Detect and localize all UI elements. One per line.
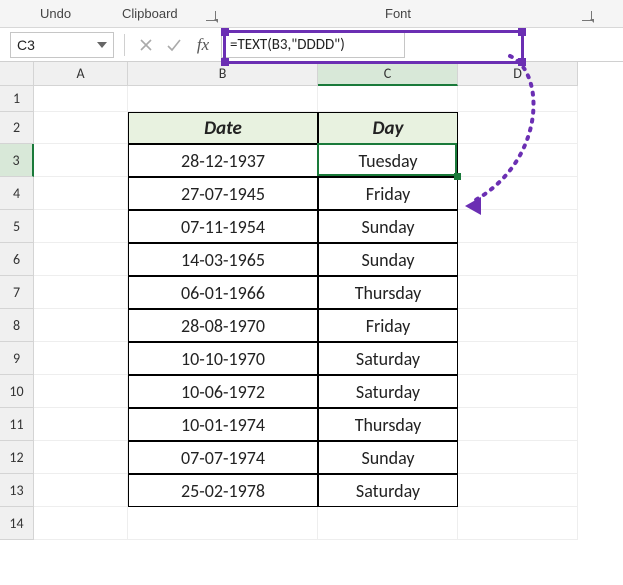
- column-header-C[interactable]: C: [318, 62, 458, 86]
- column-header-B[interactable]: B: [128, 62, 318, 86]
- cell-A12[interactable]: [34, 441, 128, 474]
- cell-A2[interactable]: [34, 112, 128, 144]
- cell-C8[interactable]: Friday: [318, 309, 458, 342]
- cell-A10[interactable]: [34, 375, 128, 408]
- cell-A1[interactable]: [34, 86, 128, 112]
- table-header-date[interactable]: Date: [128, 112, 318, 144]
- formula-text: =TEXT(B3,"DDDD"): [230, 36, 345, 54]
- cell-A6[interactable]: [34, 243, 128, 276]
- enter-formula-button[interactable]: [163, 34, 185, 56]
- cell-D3[interactable]: [458, 144, 578, 177]
- cell-D11[interactable]: [458, 408, 578, 441]
- cell-B5[interactable]: 07-11-1954: [128, 210, 318, 243]
- cell-C4[interactable]: Friday: [318, 177, 458, 210]
- row-header-13[interactable]: 13: [0, 474, 34, 507]
- cell-B1[interactable]: [128, 86, 318, 112]
- ribbon-group-labels: Undo Clipboard Font: [0, 0, 623, 28]
- cell-D9[interactable]: [458, 342, 578, 375]
- row-header-7[interactable]: 7: [0, 276, 34, 309]
- select-all-corner[interactable]: [0, 62, 34, 86]
- cell-B13[interactable]: 25-02-1978: [128, 474, 318, 507]
- cell-A5[interactable]: [34, 210, 128, 243]
- chevron-down-icon[interactable]: [97, 42, 107, 48]
- cell-D7[interactable]: [458, 276, 578, 309]
- cell-D2[interactable]: [458, 112, 578, 144]
- cell-D10[interactable]: [458, 375, 578, 408]
- column-header-D[interactable]: D: [458, 62, 578, 86]
- cell-D8[interactable]: [458, 309, 578, 342]
- row-header-9[interactable]: 9: [0, 342, 34, 375]
- row-header-4[interactable]: 4: [0, 177, 34, 210]
- cell-A14[interactable]: [34, 507, 128, 540]
- cell-B7[interactable]: 06-01-1966: [128, 276, 318, 309]
- formula-bar: C3 fx =TEXT(B3,"DDDD"): [0, 28, 623, 62]
- cell-A9[interactable]: [34, 342, 128, 375]
- cell-C13[interactable]: Saturday: [318, 474, 458, 507]
- cell-A4[interactable]: [34, 177, 128, 210]
- cell-A3[interactable]: [34, 144, 128, 177]
- row-header-11[interactable]: 11: [0, 408, 34, 441]
- cell-A8[interactable]: [34, 309, 128, 342]
- cell-C1[interactable]: [318, 86, 458, 112]
- name-box-value: C3: [17, 37, 35, 53]
- dialog-launcher-font[interactable]: [582, 9, 592, 24]
- cell-A13[interactable]: [34, 474, 128, 507]
- ribbon-label-font: Font: [385, 6, 411, 21]
- formula-input[interactable]: =TEXT(B3,"DDDD"): [221, 32, 405, 58]
- row-header-1[interactable]: 1: [0, 86, 34, 112]
- cell-B4[interactable]: 27-07-1945: [128, 177, 318, 210]
- cancel-formula-button[interactable]: [135, 34, 157, 56]
- ribbon-label-undo: Undo: [40, 6, 71, 21]
- cell-D13[interactable]: [458, 474, 578, 507]
- ribbon-label-clipboard: Clipboard: [122, 6, 178, 21]
- cell-C3[interactable]: Tuesday: [318, 144, 458, 177]
- cell-C7[interactable]: Thursday: [318, 276, 458, 309]
- cell-B3[interactable]: 28-12-1937: [128, 144, 318, 177]
- cell-D1[interactable]: [458, 86, 578, 112]
- cell-B6[interactable]: 14-03-1965: [128, 243, 318, 276]
- spreadsheet-grid[interactable]: ABCD 12 DateDay 3 28-12-1937Tuesday 4 27-07-19…: [0, 62, 578, 540]
- row-header-12[interactable]: 12: [0, 441, 34, 474]
- cell-D14[interactable]: [458, 507, 578, 540]
- dialog-launcher-clipboard[interactable]: [206, 9, 216, 24]
- cell-C10[interactable]: Saturday: [318, 375, 458, 408]
- selection-fill-handle[interactable]: [454, 173, 461, 180]
- cell-D6[interactable]: [458, 243, 578, 276]
- cell-C12[interactable]: Sunday: [318, 441, 458, 474]
- cell-B10[interactable]: 10-06-1972: [128, 375, 318, 408]
- cell-C14[interactable]: [318, 507, 458, 540]
- row-header-6[interactable]: 6: [0, 243, 34, 276]
- row-header-5[interactable]: 5: [0, 210, 34, 243]
- cell-B9[interactable]: 10-10-1970: [128, 342, 318, 375]
- name-box[interactable]: C3: [10, 32, 114, 58]
- cell-A7[interactable]: [34, 276, 128, 309]
- annotation-arrow-head: [465, 197, 481, 215]
- cell-C11[interactable]: Thursday: [318, 408, 458, 441]
- divider: [124, 34, 125, 56]
- row-header-14[interactable]: 14: [0, 507, 34, 540]
- cell-C6[interactable]: Sunday: [318, 243, 458, 276]
- cell-B12[interactable]: 07-07-1974: [128, 441, 318, 474]
- row-header-10[interactable]: 10: [0, 375, 34, 408]
- cell-B14[interactable]: [128, 507, 318, 540]
- cell-D12[interactable]: [458, 441, 578, 474]
- row-header-8[interactable]: 8: [0, 309, 34, 342]
- cell-A11[interactable]: [34, 408, 128, 441]
- table-header-day[interactable]: Day: [318, 112, 458, 144]
- column-header-A[interactable]: A: [34, 62, 128, 86]
- cell-B8[interactable]: 28-08-1970: [128, 309, 318, 342]
- row-header-2[interactable]: 2: [0, 112, 34, 144]
- cell-C9[interactable]: Saturday: [318, 342, 458, 375]
- cell-B11[interactable]: 10-01-1974: [128, 408, 318, 441]
- row-header-3[interactable]: 3: [0, 144, 34, 177]
- fx-button[interactable]: fx: [191, 35, 215, 55]
- cell-C5[interactable]: Sunday: [318, 210, 458, 243]
